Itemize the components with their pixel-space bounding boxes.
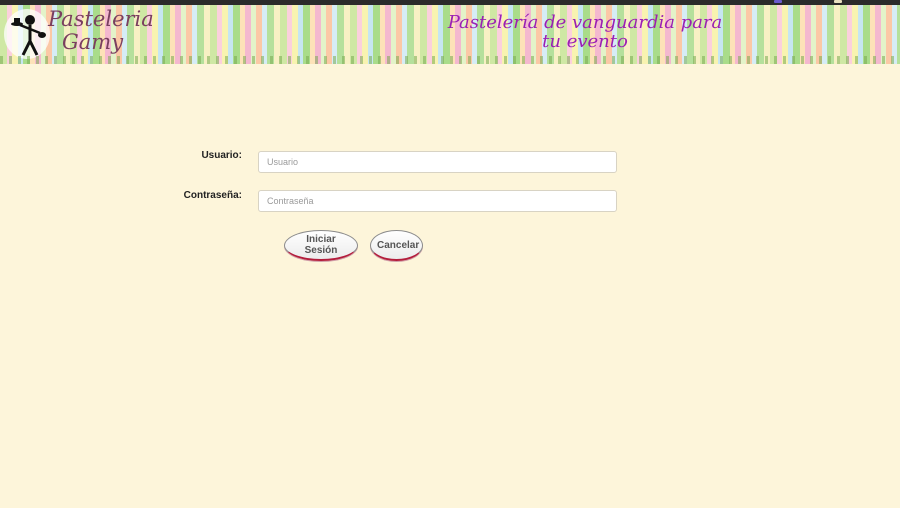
- password-label: Contraseña:: [183, 190, 242, 201]
- logo-text-line1: Pasteleria: [48, 7, 154, 31]
- toolbar-indicator: [834, 0, 842, 3]
- site-tagline: Pastelería de vanguardia para tu evento: [447, 12, 723, 52]
- logo[interactable]: Pasteleria Gamy: [0, 5, 154, 64]
- logo-text-line2: Gamy: [62, 30, 124, 54]
- username-label: Usuario:: [201, 150, 242, 161]
- site-header: Pasteleria Gamy Pastelería de vanguardia…: [0, 5, 900, 64]
- username-input[interactable]: [258, 151, 617, 173]
- login-button[interactable]: Iniciar Sesión: [284, 230, 358, 261]
- toolbar-indicator: [774, 0, 782, 3]
- chef-figure-icon: [11, 15, 46, 56]
- cancel-button[interactable]: Cancelar: [370, 230, 423, 261]
- password-input[interactable]: [258, 190, 617, 212]
